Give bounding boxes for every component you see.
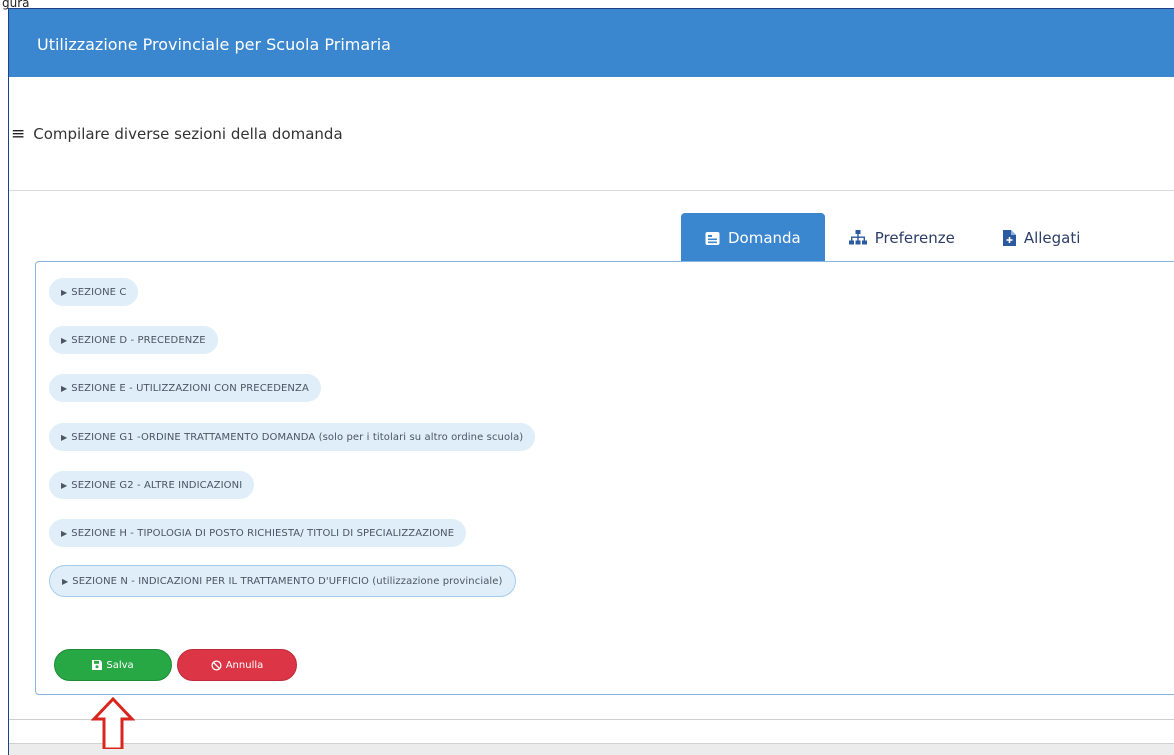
- section-label: SEZIONE E - UTILIZZAZIONI CON PRECEDENZA: [71, 382, 309, 394]
- domanda-panel: ▶ SEZIONE C ▶ SEZIONE D - PRECEDENZE ▶ S…: [35, 261, 1174, 695]
- section-n[interactable]: ▶ SEZIONE N - INDICAZIONI PER IL TRATTAM…: [49, 565, 516, 597]
- tab-domanda[interactable]: Domanda: [681, 213, 825, 263]
- callout-arrow-icon: [90, 696, 136, 753]
- caret-right-icon: ▶: [61, 335, 68, 345]
- instructions-text: Compilare diverse sezioni della domanda: [33, 124, 343, 143]
- tab-label: Domanda: [728, 229, 801, 247]
- floppy-disk-icon: [92, 660, 103, 670]
- cancel-label: Annulla: [225, 659, 264, 671]
- menu-lines-icon: ≡: [11, 123, 26, 144]
- tab-allegati[interactable]: Allegati: [979, 213, 1105, 263]
- save-label: Salva: [106, 659, 134, 671]
- section-label: SEZIONE G1 -ORDINE TRATTAMENTO DOMANDA (…: [71, 431, 524, 443]
- page-title-bar: Utilizzazione Provinciale per Scuola Pri…: [9, 9, 1174, 77]
- section-label: SEZIONE D - PRECEDENZE: [71, 334, 206, 346]
- file-plus-icon: [1002, 230, 1016, 246]
- section-e[interactable]: ▶ SEZIONE E - UTILIZZAZIONI CON PRECEDEN…: [49, 374, 321, 402]
- divider: [9, 719, 1174, 720]
- caret-right-icon: ▶: [61, 287, 68, 297]
- cancel-button[interactable]: Annulla: [177, 649, 297, 681]
- caret-right-icon: ▶: [61, 480, 68, 490]
- page-title: Utilizzazione Provinciale per Scuola Pri…: [37, 35, 391, 54]
- tab-bar: Domanda Preferenze Allegati: [681, 213, 1104, 263]
- section-c[interactable]: ▶ SEZIONE C: [49, 278, 139, 306]
- section-label: SEZIONE N - INDICAZIONI PER IL TRATTAMEN…: [72, 575, 503, 587]
- tab-label: Allegati: [1023, 229, 1081, 247]
- section-instructions: ≡ Compilare diverse sezioni della domand…: [9, 77, 1174, 191]
- section-label: SEZIONE G2 - ALTRE INDICAZIONI: [71, 479, 243, 491]
- caret-right-icon: ▶: [61, 528, 68, 538]
- tab-label: Preferenze: [874, 229, 955, 247]
- section-g1[interactable]: ▶ SEZIONE G1 -ORDINE TRATTAMENTO DOMANDA…: [49, 423, 536, 451]
- section-h[interactable]: ▶ SEZIONE H - TIPOLOGIA DI POSTO RICHIES…: [49, 519, 467, 547]
- caret-right-icon: ▶: [61, 432, 68, 442]
- ban-icon: [211, 659, 222, 671]
- id-card-icon: [705, 231, 720, 246]
- save-button[interactable]: Salva: [54, 649, 172, 681]
- caret-right-icon: ▶: [61, 383, 68, 393]
- app-window: Utilizzazione Provinciale per Scuola Pri…: [8, 8, 1174, 755]
- section-label: SEZIONE H - TIPOLOGIA DI POSTO RICHIESTA…: [71, 527, 455, 539]
- section-label: SEZIONE C: [71, 286, 127, 298]
- section-g2[interactable]: ▶ SEZIONE G2 - ALTRE INDICAZIONI: [49, 471, 255, 499]
- section-d[interactable]: ▶ SEZIONE D - PRECEDENZE: [49, 326, 218, 354]
- sitemap-icon: [848, 230, 867, 246]
- footer-band: [9, 743, 1174, 755]
- tab-preferenze[interactable]: Preferenze: [825, 213, 979, 263]
- caret-right-icon: ▶: [62, 576, 69, 586]
